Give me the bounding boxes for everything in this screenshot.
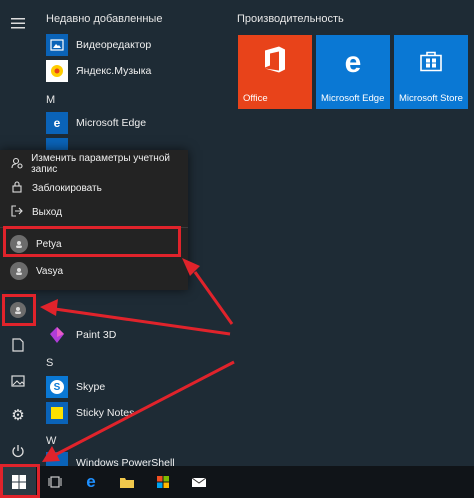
edge-icon: e	[46, 112, 68, 134]
skype-icon: S	[46, 376, 68, 398]
app-label: Microsoft Edge	[76, 117, 147, 129]
tile-label: Office	[243, 93, 268, 104]
powershell-icon	[46, 452, 68, 466]
tile-microsoft-edge[interactable]: e Microsoft Edge	[316, 35, 390, 109]
app-skype[interactable]: S Skype	[46, 374, 226, 400]
lock-icon	[10, 180, 24, 196]
tile-label: Microsoft Store	[399, 93, 463, 104]
taskbar-edge-button[interactable]: e	[74, 466, 108, 498]
hamburger-icon	[11, 18, 25, 29]
highlight-box-start-button	[0, 464, 40, 498]
account-flyout: Изменить параметры учетной запис Заблоки…	[0, 150, 188, 290]
app-microsoft-edge[interactable]: e Microsoft Edge	[46, 110, 226, 136]
app-video-editor[interactable]: Видеоредактор	[46, 32, 226, 58]
highlight-box-user-button	[2, 294, 36, 326]
yandex-music-icon	[46, 60, 68, 82]
sign-out-icon	[10, 204, 24, 220]
task-view-icon	[48, 476, 62, 488]
sign-out-label: Выход	[32, 206, 62, 218]
app-label: Windows PowerShell	[76, 457, 175, 466]
user-item-vasya[interactable]: Vasya	[0, 257, 188, 285]
highlight-box-petya	[3, 226, 181, 257]
app-label: Skype	[76, 381, 106, 393]
user-avatar-icon	[10, 262, 28, 280]
edge-icon: e	[344, 46, 362, 80]
store-icon	[419, 48, 443, 79]
change-account-settings-item[interactable]: Изменить параметры учетной запис	[0, 151, 188, 177]
lock-item[interactable]: Заблокировать	[0, 175, 188, 201]
sign-out-item[interactable]: Выход	[0, 199, 188, 225]
app-label: Paint 3D	[76, 329, 117, 341]
sticky-notes-icon	[46, 402, 68, 424]
paint-3d-icon	[46, 324, 68, 346]
power-icon	[12, 445, 24, 458]
tile-microsoft-store[interactable]: Microsoft Store	[394, 35, 468, 109]
app-sticky-notes[interactable]: Sticky Notes	[46, 400, 226, 426]
change-account-settings-label: Изменить параметры учетной запис	[31, 153, 170, 175]
account-settings-icon	[10, 157, 23, 172]
taskbar: e	[0, 466, 474, 498]
start-menu: ⚙ Недавно добавленные Видеоредактор Янде…	[0, 0, 474, 466]
edge-icon: e	[86, 472, 96, 491]
pictures-button[interactable]	[0, 364, 36, 398]
picture-icon	[11, 375, 25, 387]
store-icon	[157, 476, 169, 488]
taskbar-explorer-button[interactable]	[110, 466, 144, 498]
lock-label: Заблокировать	[32, 182, 102, 194]
tile-office[interactable]: Office	[238, 35, 312, 109]
taskbar-store-button[interactable]	[146, 466, 180, 498]
taskbar-mail-button[interactable]	[182, 466, 216, 498]
section-header-w: W	[46, 435, 57, 447]
documents-button[interactable]	[0, 328, 36, 362]
section-header-m: M	[46, 94, 56, 106]
document-icon	[12, 338, 24, 352]
office-icon	[262, 46, 288, 81]
app-windows-powershell[interactable]: Windows PowerShell	[46, 452, 226, 466]
app-label: Яндекс.Музыка	[76, 65, 152, 77]
tile-label: Microsoft Edge	[321, 93, 385, 104]
video-editor-icon	[46, 34, 68, 56]
mail-icon	[191, 477, 207, 487]
task-view-button[interactable]	[38, 466, 72, 498]
app-paint-3d[interactable]: Paint 3D	[46, 322, 226, 348]
settings-button[interactable]: ⚙	[0, 398, 36, 432]
section-header-recent: Недавно добавленные	[46, 13, 163, 25]
folder-icon	[120, 477, 134, 488]
app-yandex-music[interactable]: Яндекс.Музыка	[46, 58, 226, 84]
gear-icon: ⚙	[11, 407, 25, 424]
user-name: Vasya	[36, 265, 64, 277]
power-button[interactable]	[0, 434, 36, 468]
section-header-s: S	[46, 357, 54, 369]
app-label: Sticky Notes	[76, 407, 135, 419]
tile-group-title: Производительность	[237, 13, 344, 25]
app-label: Видеоредактор	[76, 39, 152, 51]
hamburger-menu-button[interactable]	[0, 6, 36, 40]
